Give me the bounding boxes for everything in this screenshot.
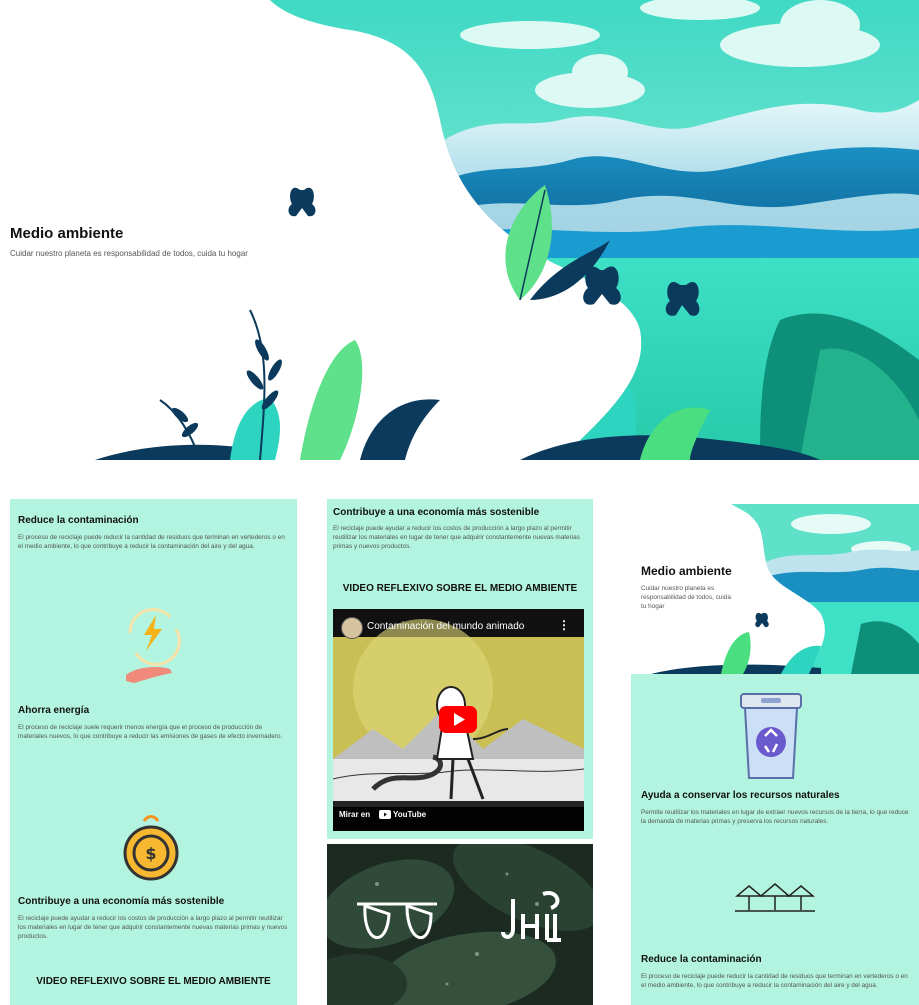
watch-on-youtube-bar[interactable]: Mirar en YouTube (333, 801, 584, 831)
watch-on-label: Mirar en (339, 810, 371, 819)
more-options-icon[interactable]: ⋮ (558, 618, 570, 632)
hero-subtitle: Cuidar nuestro planeta es responsabilida… (10, 249, 248, 258)
trees-icon (735, 883, 815, 912)
youtube-video-player[interactable]: Contaminación del mundo animado ⋮ Mirar … (333, 609, 584, 831)
section-text: El reciclaje puede ayudar a reducir los … (18, 915, 288, 940)
leaf-photo-art (327, 844, 593, 1005)
benefits-column-1: Reduce la contaminación El proceso de re… (10, 499, 297, 1005)
section-text: El proceso de reciclaje puede reducir la… (641, 973, 908, 989)
section-text: El proceso de reciclaje suele requerir m… (18, 724, 283, 740)
section-title: Ayuda a conservar los recursos naturales (641, 790, 840, 801)
leaf-photo (327, 844, 593, 1005)
video-heading: VIDEO REFLEXIVO SOBRE EL MEDIO AMBIENTE (36, 976, 271, 987)
recycle-bin-icon (740, 693, 802, 779)
section-title: Reduce la contaminación (641, 954, 762, 965)
benefits-column-2: Contribuye a una economía más sostenible… (327, 499, 593, 839)
section-title: Contribuye a una economía más sostenible (333, 507, 540, 518)
section-text: El proceso de reciclaje puede reducir la… (18, 534, 285, 550)
channel-avatar[interactable] (341, 617, 363, 639)
coin-piggy-icon: $ (123, 815, 179, 881)
section-text: Permite reutilizar los materiales en lug… (641, 809, 909, 825)
mini-hero-banner: Medio ambiente Cuidar nuestro planeta es… (631, 504, 919, 674)
video-heading: VIDEO REFLEXIVO SOBRE EL MEDIO AMBIENTE (342, 583, 578, 594)
youtube-wordmark: YouTube (393, 810, 427, 819)
svg-text:$: $ (145, 844, 156, 863)
energy-hand-icon (126, 608, 181, 683)
youtube-logo-icon (379, 810, 391, 819)
mini-hero-title: Medio ambiente (641, 564, 732, 578)
hero-banner: Medio ambiente Cuidar nuestro planeta es… (0, 0, 919, 460)
video-title[interactable]: Contaminación del mundo animado (367, 621, 524, 632)
section-title: Ahorra energía (18, 705, 90, 716)
play-icon[interactable] (439, 706, 477, 733)
hero-title: Medio ambiente (10, 225, 124, 242)
section-title: Reduce la contaminación (18, 515, 139, 526)
section-title: Contribuye a una economía más sostenible (18, 896, 225, 907)
benefits-column-3: Ayuda a conservar los recursos naturales… (631, 674, 919, 1005)
mini-hero-subtitle: Cuidar nuestro planeta es responsabilida… (641, 585, 731, 610)
landscape-illustration (95, 0, 919, 460)
section-text: El reciclaje puede ayudar a reducir los … (333, 525, 580, 550)
